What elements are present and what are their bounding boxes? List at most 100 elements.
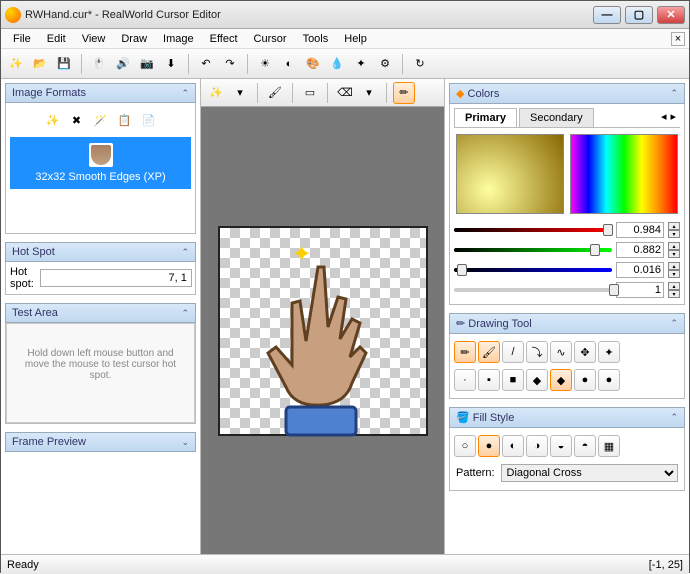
format-add-icon[interactable]: ✨	[42, 109, 64, 131]
save-icon[interactable]: 💾	[53, 53, 75, 75]
tool-star-icon[interactable]: ✦	[598, 341, 620, 363]
format-copy-icon[interactable]: 📋	[114, 109, 136, 131]
slider-r-input[interactable]	[616, 222, 664, 238]
brush-med-icon[interactable]: ■	[502, 369, 524, 391]
redo-icon[interactable]: ↷	[219, 53, 241, 75]
rotate-icon[interactable]: ↻	[409, 53, 431, 75]
undo-icon[interactable]: ↶	[195, 53, 217, 75]
format-wand-icon[interactable]: 🪄	[90, 109, 112, 131]
menu-image[interactable]: Image	[155, 31, 202, 47]
spin-up[interactable]: ▴	[668, 222, 680, 230]
close-button[interactable]: ✕	[657, 6, 685, 24]
wand-icon[interactable]: ✨	[205, 82, 227, 104]
canvas-wrap: ✦	[201, 107, 444, 554]
blur-icon[interactable]: 💧	[326, 53, 348, 75]
dropdown-icon[interactable]: ▾	[229, 82, 251, 104]
menu-file[interactable]: File	[5, 31, 39, 47]
color-hue-picker[interactable]	[570, 134, 678, 214]
slider-b: ▴▾	[454, 260, 680, 280]
eraser-drop-icon[interactable]: ▾	[358, 82, 380, 104]
colors-body: Primary Secondary ◂ ▸ ▴▾	[449, 104, 685, 305]
format-paste-icon[interactable]: 📄	[138, 109, 160, 131]
fill-grad2-icon[interactable]: ◑	[526, 435, 548, 457]
spin-up[interactable]: ▴	[668, 262, 680, 270]
fill-style-header[interactable]: 🪣 Fill Style ⌃	[449, 407, 685, 428]
brush-circle2-icon[interactable]: ●	[598, 369, 620, 391]
menu-close-icon[interactable]: ×	[671, 32, 685, 46]
colors-header[interactable]: ◆ Colors ⌃	[449, 83, 685, 104]
tab-primary[interactable]: Primary	[454, 108, 517, 127]
tab-prev-icon[interactable]: ◂	[661, 110, 667, 125]
tool-line-icon[interactable]: /	[502, 341, 524, 363]
brightness-icon[interactable]: ☀	[254, 53, 276, 75]
image-formats-header[interactable]: Image Formats ⌃	[5, 83, 196, 103]
menu-cursor[interactable]: Cursor	[246, 31, 295, 47]
pattern-select[interactable]: Diagonal Cross	[501, 464, 678, 482]
eraser-icon[interactable]: ⌫	[334, 82, 356, 104]
brush-dot-icon[interactable]: ·	[454, 369, 476, 391]
hot-spot-header[interactable]: Hot Spot ⌃	[5, 242, 196, 262]
contrast-icon[interactable]: ◐	[278, 53, 300, 75]
spin-up[interactable]: ▴	[668, 242, 680, 250]
editor-canvas[interactable]: ✦	[218, 226, 428, 436]
menu-draw[interactable]: Draw	[113, 31, 155, 47]
sharpen-icon[interactable]: ✦	[350, 53, 372, 75]
tool-curve-icon[interactable]: ∿	[550, 341, 572, 363]
hot-spot-input[interactable]	[40, 269, 192, 287]
format-item[interactable]: 32x32 Smooth Edges (XP)	[10, 137, 191, 189]
brush-large-icon[interactable]: ◆	[550, 369, 572, 391]
tool-move-icon[interactable]: ✥	[574, 341, 596, 363]
canvas-toolbar: ✨ ▾ 🖌 ▭ ⌫ ▾ ✏	[201, 79, 444, 107]
tool-cursor-icon[interactable]: 🖱️	[88, 53, 110, 75]
fill-pattern-icon[interactable]: ▦	[598, 435, 620, 457]
select-icon[interactable]: ▭	[299, 82, 321, 104]
tool-polyline-icon[interactable]: ⤵	[526, 341, 548, 363]
test-area-header[interactable]: Test Area ⌃	[5, 303, 196, 323]
slider-b-input[interactable]	[616, 262, 664, 278]
test-area-canvas[interactable]: Hold down left mouse button and move the…	[6, 323, 195, 423]
hot-spot-title: Hot Spot	[12, 246, 55, 258]
tab-secondary[interactable]: Secondary	[519, 108, 594, 127]
spin-down[interactable]: ▾	[668, 230, 680, 238]
minimize-button[interactable]: —	[593, 6, 621, 24]
hue-icon[interactable]: 🎨	[302, 53, 324, 75]
slider-a-input[interactable]	[616, 282, 664, 298]
slider-g-input[interactable]	[616, 242, 664, 258]
tool-download-icon[interactable]: ⬇	[160, 53, 182, 75]
new-icon[interactable]: ✨	[5, 53, 27, 75]
fill-solid-icon[interactable]: ●	[478, 435, 500, 457]
center-area: ✨ ▾ 🖌 ▭ ⌫ ▾ ✏ ✦	[201, 79, 444, 554]
spin-up[interactable]: ▴	[668, 282, 680, 290]
brush-circle1-icon[interactable]: ●	[574, 369, 596, 391]
menu-view[interactable]: View	[74, 31, 114, 47]
menu-effect[interactable]: Effect	[202, 31, 246, 47]
brush-icon[interactable]: 🖌	[264, 82, 286, 104]
brush-diamond-icon[interactable]: ◆	[526, 369, 548, 391]
spin-down[interactable]: ▾	[668, 290, 680, 298]
spin-down[interactable]: ▾	[668, 270, 680, 278]
tab-next-icon[interactable]: ▸	[670, 110, 676, 125]
fill-grad1-icon[interactable]: ◐	[502, 435, 524, 457]
menu-edit[interactable]: Edit	[39, 31, 74, 47]
fill-grad3-icon[interactable]: ◒	[550, 435, 572, 457]
test-area-body: Hold down left mouse button and move the…	[5, 323, 196, 424]
menu-help[interactable]: Help	[336, 31, 375, 47]
brush-small-icon[interactable]: ▪	[478, 369, 500, 391]
tool-record-icon[interactable]: 📷	[136, 53, 158, 75]
frame-preview-header[interactable]: Frame Preview ⌄	[5, 432, 196, 452]
format-delete-icon[interactable]: ✖	[66, 109, 88, 131]
menu-tools[interactable]: Tools	[295, 31, 337, 47]
pencil-active-icon[interactable]: ✏	[393, 82, 415, 104]
color-gradient-picker[interactable]	[456, 134, 564, 214]
tool-sound-icon[interactable]: 🔊	[112, 53, 134, 75]
fill-grad4-icon[interactable]: ◓	[574, 435, 596, 457]
tool-brush-icon[interactable]: 🖌	[478, 341, 500, 363]
drawing-tool-header[interactable]: ✏ Drawing Tool ⌃	[449, 313, 685, 334]
open-icon[interactable]: 📂	[29, 53, 51, 75]
fill-none-icon[interactable]: ○	[454, 435, 476, 457]
spin-down[interactable]: ▾	[668, 250, 680, 258]
titlebar: RWHand.cur* - RealWorld Cursor Editor — …	[1, 1, 689, 29]
maximize-button[interactable]: ▢	[625, 6, 653, 24]
more-effects-icon[interactable]: ⚙	[374, 53, 396, 75]
tool-pencil-icon[interactable]: ✏	[454, 341, 476, 363]
